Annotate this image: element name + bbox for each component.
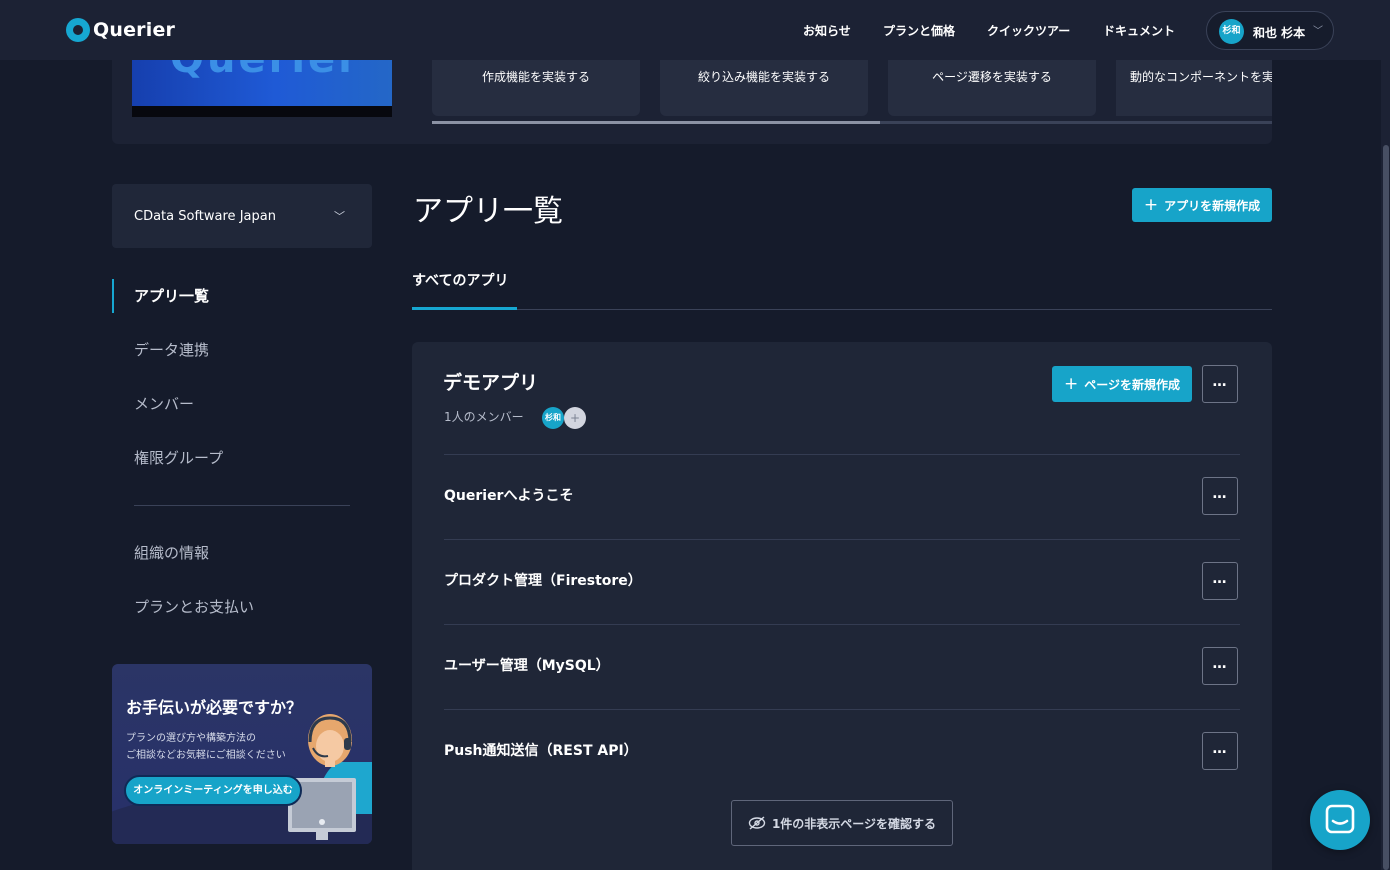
app-more-options-button[interactable]: … [1202,365,1238,403]
carousel-scrollbar[interactable] [432,121,1272,124]
page-name[interactable]: プロダクト管理（Firestore） [444,570,642,590]
book-meeting-button[interactable]: オンラインミーティングを申し込む [124,775,302,806]
page-scrollbar-thumb[interactable] [1383,145,1389,870]
sidebar-item-members[interactable]: メンバー [134,393,194,414]
chat-icon [1325,804,1355,834]
tab-all-apps[interactable]: すべてのアプリ [412,270,508,290]
add-member-button[interactable]: + [564,407,586,429]
page-row[interactable]: プロダクト管理（Firestore） [444,540,1240,624]
page-more-options-button[interactable]: … [1202,477,1238,515]
tutorial-card-create[interactable]: 作成機能を実装する [432,60,640,116]
sidebar-active-indicator [112,279,114,313]
nav-link-pricing[interactable]: プランと価格 [883,22,955,39]
querier-logo-icon [66,18,90,42]
new-page-button[interactable]: + ページを新規作成 [1052,366,1192,402]
app-card: デモアプリ 1人のメンバー 杉和 + + ページを新規作成 … Querierへ… [412,342,1272,870]
tutorial-card-filter[interactable]: 絞り込み機能を実装する [660,60,868,116]
top-navbar: Querier お知らせ プランと価格 クイックツアー ドキュメント 杉和 和也… [0,0,1390,60]
tutorial-video-thumbnail[interactable]: Querier [132,60,392,117]
sidebar-item-permission-groups[interactable]: 権限グループ [134,447,223,468]
eye-off-icon [748,816,766,830]
show-hidden-pages-button[interactable]: 1件の非表示ページを確認する [731,800,953,846]
querier-logo[interactable]: Querier [66,18,175,42]
nav-link-docs[interactable]: ドキュメント [1103,22,1175,39]
chevron-down-icon: ﹀ [334,210,345,223]
sidebar-item-organization-info[interactable]: 組織の情報 [134,542,209,563]
page-row[interactable]: ユーザー管理（MySQL） [444,625,1240,709]
help-banner-text-line2: ご相談などお気軽にご相談ください [126,750,286,761]
tutorial-card-dynamic[interactable]: 動的なコンポーネントを実装する [1116,60,1272,116]
support-agent-illustration [288,714,372,840]
user-avatar: 杉和 [1219,19,1244,44]
user-name: 和也 杉本 [1253,26,1306,40]
show-hidden-pages-label: 1件の非表示ページを確認する [771,816,937,831]
new-page-button-label: ページを新規作成 [1084,377,1180,392]
tutorial-card-navigation[interactable]: ページ遷移を実装する [888,60,1096,116]
member-count: 1人のメンバー [444,410,524,424]
page-name[interactable]: Push通知送信（REST API） [444,740,638,760]
plus-icon: + [1143,194,1159,215]
organization-select[interactable]: CData Software Japan ﹀ [112,184,372,248]
sidebar-divider [134,505,350,506]
carousel-scrollbar-thumb[interactable] [432,121,880,124]
new-app-button[interactable]: + アプリを新規作成 [1132,188,1272,222]
member-avatar[interactable]: 杉和 [542,407,564,429]
nav-link-quick-tour[interactable]: クイックツアー [987,22,1070,39]
user-menu[interactable]: 杉和 和也 杉本 ﹀ [1206,11,1334,50]
nav-link-news[interactable]: お知らせ [803,22,851,39]
page-more-options-button[interactable]: … [1202,562,1238,600]
page-title: アプリ一覧 [413,194,563,229]
app-name[interactable]: デモアプリ [443,368,538,395]
sidebar-item-plan-billing[interactable]: プランとお支払い [134,596,254,617]
help-banner-text-line1: プランの選び方や構築方法の [126,733,256,744]
new-app-button-label: アプリを新規作成 [1164,198,1261,213]
logo-text: Querier [93,19,176,41]
organization-name: CData Software Japan [134,209,276,224]
chat-launcher-button[interactable] [1310,790,1370,850]
page-row[interactable]: Querierへようこそ [444,455,1240,539]
sidebar-item-apps[interactable]: アプリ一覧 [134,285,209,306]
page-more-options-button[interactable]: … [1202,732,1238,770]
tabs-divider [412,309,1272,310]
plus-icon: + [1063,373,1079,394]
sidebar-item-data-integration[interactable]: データ連携 [134,339,209,360]
chevron-down-icon: ﹀ [1313,26,1323,37]
page-more-options-button[interactable]: … [1202,647,1238,685]
page-name[interactable]: Querierへようこそ [444,485,573,505]
page-row[interactable]: Push通知送信（REST API） [444,710,1240,794]
thumbnail-logo-text: Querier [170,60,361,82]
help-banner-title: お手伝いが必要ですか？ [126,698,303,717]
help-banner: お手伝いが必要ですか？ プランの選び方や構築方法の ご相談などお気軽にご相談くだ… [112,664,372,844]
tab-active-indicator [412,307,517,310]
page-name[interactable]: ユーザー管理（MySQL） [444,655,610,675]
